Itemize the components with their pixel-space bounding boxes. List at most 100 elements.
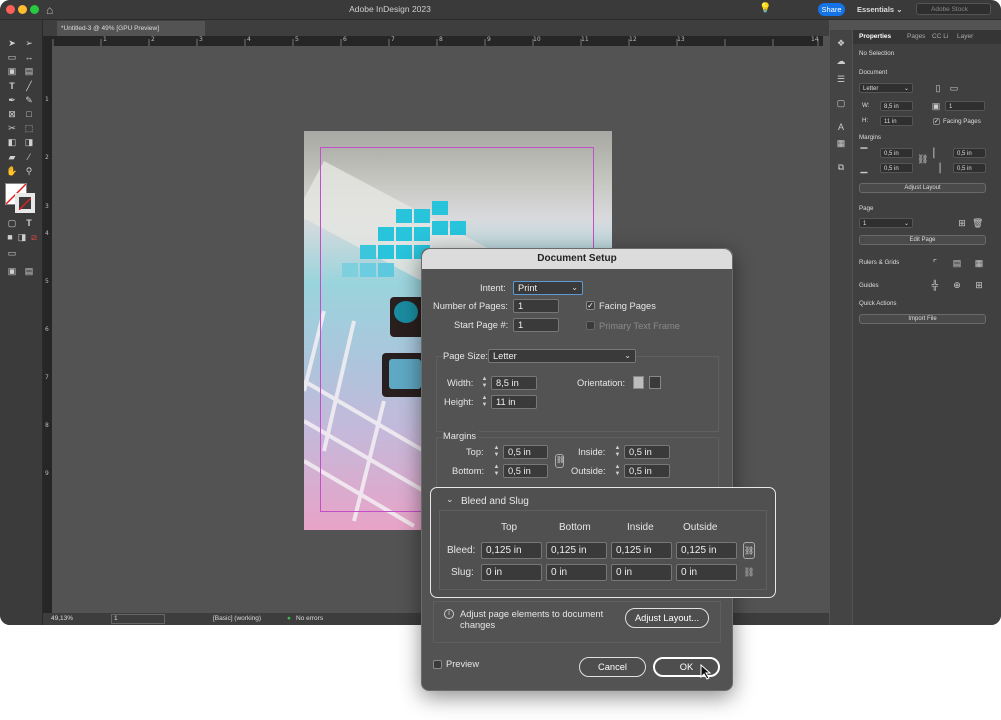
start-page-field[interactable]: 1 <box>513 318 559 332</box>
height-stepper[interactable]: ▲ ▼ <box>480 395 489 409</box>
screen-mode-icon[interactable]: ▭ <box>5 248 19 259</box>
height-field[interactable]: 11 in <box>880 116 913 126</box>
page-tool-icon[interactable]: ▭ <box>5 52 19 63</box>
add-page-icon[interactable]: ⊞ <box>957 218 967 228</box>
portrait-orientation-icon[interactable]: ▯ <box>933 83 943 93</box>
share-button[interactable]: Share <box>818 3 845 16</box>
tab-properties[interactable]: Properties <box>859 33 891 40</box>
baseline-grid-icon[interactable]: ▤ <box>952 258 962 268</box>
page-select[interactable]: 1 ⌄ <box>859 218 913 228</box>
margin-outside-field[interactable]: 0,5 in <box>953 163 986 173</box>
slug-unlink-icon[interactable]: ⛓ <box>743 564 755 581</box>
normal-view-icon[interactable]: ▣ <box>5 266 19 277</box>
note-tool-icon[interactable]: ▰ <box>5 152 19 163</box>
bleed-outside-field[interactable]: 0,125 in <box>676 542 737 559</box>
eyedropper-tool-icon[interactable]: ⁄ <box>22 152 36 163</box>
rectangle-tool-icon[interactable]: □ <box>22 109 36 120</box>
guides-icon[interactable]: ╬ <box>930 280 940 290</box>
formatting-container-icon[interactable]: ▢ <box>5 218 19 229</box>
margin-inside-stepper[interactable]: ▲ ▼ <box>613 445 622 459</box>
margin-bottom-stepper[interactable]: ▲ ▼ <box>492 464 501 478</box>
facing-pages-checkbox[interactable]: ✓ <box>586 301 595 310</box>
gap-tool-icon[interactable]: ↔ <box>22 52 36 63</box>
document-grid-icon[interactable]: ▦ <box>974 258 984 268</box>
zoom-level[interactable]: 49,13% <box>51 615 73 622</box>
facing-pages-checkbox[interactable]: ✓ <box>933 118 940 125</box>
pages-count-field[interactable]: 1 <box>945 101 985 111</box>
lock-guides-icon[interactable]: ⊞ <box>974 280 984 290</box>
links-icon[interactable]: ⧉ <box>836 162 846 172</box>
page-size-select[interactable]: Letter ⌄ <box>859 83 913 93</box>
margin-top-stepper[interactable]: ▲ ▼ <box>492 445 501 459</box>
swatches-icon[interactable]: ▦ <box>836 138 846 148</box>
adjust-layout-button[interactable]: Adjust Layout... <box>625 608 709 628</box>
bleed-link-icon[interactable]: ⛓ <box>743 542 755 559</box>
workspace-switcher[interactable]: Essentials ⌄ <box>857 5 902 14</box>
adobe-stock-search-input[interactable]: Adobe Stock <box>916 3 991 15</box>
number-of-pages-field[interactable]: 1 <box>513 299 559 313</box>
formatting-text-icon[interactable]: T <box>22 218 36 229</box>
slug-outside-field[interactable]: 0 in <box>676 564 737 581</box>
chain-link-icon[interactable]: ⛓ <box>917 154 928 164</box>
layers-icon[interactable]: ❖ <box>836 38 846 48</box>
width-field[interactable]: 8,5 in <box>491 376 537 390</box>
character-styles-icon[interactable]: ▢ <box>836 98 846 108</box>
margin-top-field[interactable]: 0,5 in <box>503 445 548 459</box>
preview-mode-icon[interactable]: ▤ <box>22 266 36 277</box>
page-size-select[interactable]: Letter ⌄ <box>488 349 636 363</box>
rectangle-frame-tool-icon[interactable]: ⊠ <box>5 109 19 120</box>
width-stepper[interactable]: ▲ ▼ <box>480 376 489 390</box>
smart-guides-icon[interactable]: ⊕ <box>952 280 962 290</box>
scissors-tool-icon[interactable]: ✂ <box>5 123 19 134</box>
line-tool-icon[interactable]: ╱ <box>22 81 36 92</box>
tab-pages[interactable]: Pages <box>907 33 925 40</box>
bleed-bottom-field[interactable]: 0,125 in <box>546 542 607 559</box>
errors-status[interactable]: No errors <box>296 615 323 622</box>
gradient-feather-tool-icon[interactable]: ◨ <box>22 137 36 148</box>
preview-checkbox[interactable] <box>433 660 442 669</box>
tab-cc-libraries[interactable]: CC Li <box>932 33 948 40</box>
pencil-tool-icon[interactable]: ✎ <box>22 95 36 106</box>
margin-bottom-field[interactable]: 0,5 in <box>503 464 548 478</box>
portrait-orientation-icon[interactable] <box>633 376 644 389</box>
free-transform-tool-icon[interactable]: ⬚ <box>22 123 36 134</box>
hand-tool-icon[interactable]: ✋ <box>5 166 19 177</box>
pen-tool-icon[interactable]: ✒ <box>5 95 19 106</box>
cancel-button[interactable]: Cancel <box>579 657 646 677</box>
page-number-field[interactable]: 1 <box>111 614 165 624</box>
stroke-swatch[interactable] <box>15 193 35 213</box>
height-field[interactable]: 11 in <box>491 395 537 409</box>
margin-outside-stepper[interactable]: ▲ ▼ <box>613 464 622 478</box>
document-tab[interactable]: *Untitled-3 @ 49% [GPU Preview] <box>57 21 205 36</box>
primary-text-frame-checkbox[interactable] <box>586 321 595 330</box>
landscape-orientation-icon[interactable] <box>649 376 661 389</box>
tab-layers[interactable]: Layer <box>957 33 973 40</box>
paragraph-icon[interactable]: A <box>836 122 846 132</box>
comments-icon[interactable]: ☰ <box>836 74 846 84</box>
content-placer-icon[interactable]: ▤ <box>22 66 36 77</box>
bleed-inside-field[interactable]: 0,125 in <box>611 542 672 559</box>
margin-top-field[interactable]: 0,5 in <box>880 148 913 158</box>
direct-selection-tool-icon[interactable]: ➢ <box>22 38 36 49</box>
margin-inside-field[interactable]: 0,5 in <box>953 148 986 158</box>
width-field[interactable]: 8,5 in <box>880 101 913 111</box>
lightbulb-icon[interactable]: 💡 <box>759 3 771 14</box>
edit-page-button[interactable]: Edit Page <box>859 235 986 245</box>
delete-page-icon[interactable]: 🗑 <box>972 218 983 228</box>
zoom-tool-icon[interactable]: ⚲ <box>22 166 36 177</box>
gradient-tool-icon[interactable]: ◧ <box>5 137 19 148</box>
intent-select[interactable]: Print ⌄ <box>513 281 583 295</box>
margin-inside-field[interactable]: 0,5 in <box>624 445 670 459</box>
cc-libraries-icon[interactable]: ☁ <box>836 56 846 66</box>
apply-none-icon[interactable]: ⧄ <box>27 232 41 243</box>
rulers-icon[interactable]: ⌜ <box>930 258 940 268</box>
slug-bottom-field[interactable]: 0 in <box>546 564 607 581</box>
selection-tool-icon[interactable]: ➤ <box>5 38 19 49</box>
slug-top-field[interactable]: 0 in <box>481 564 542 581</box>
slug-inside-field[interactable]: 0 in <box>611 564 672 581</box>
adjust-layout-button[interactable]: Adjust Layout <box>859 183 986 193</box>
landscape-orientation-icon[interactable]: ▭ <box>949 83 959 93</box>
margin-link-icon[interactable]: ⛓ <box>555 454 565 468</box>
margin-outside-field[interactable]: 0,5 in <box>624 464 670 478</box>
bleed-top-field[interactable]: 0,125 in <box>481 542 542 559</box>
